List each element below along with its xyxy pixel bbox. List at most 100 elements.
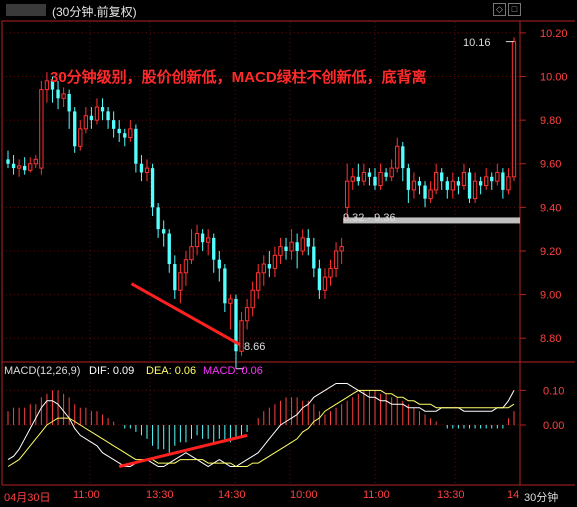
candle-up xyxy=(33,158,38,165)
candle-up xyxy=(484,176,489,187)
candle-up xyxy=(289,241,294,252)
candle-up xyxy=(78,128,83,147)
candle-up xyxy=(428,189,433,200)
dea-line xyxy=(7,389,515,467)
candle-down xyxy=(295,242,299,251)
candle-down xyxy=(111,120,116,129)
candle-down xyxy=(217,259,221,269)
candle-up xyxy=(206,237,211,243)
candle-down xyxy=(11,163,16,169)
candle-up xyxy=(239,320,244,352)
stock-name-redacted xyxy=(6,4,46,16)
candle-up xyxy=(61,93,66,99)
price-tick-label: 10.20 xyxy=(540,28,568,40)
candle-up xyxy=(339,246,344,252)
candle-down xyxy=(356,176,360,182)
candle-up xyxy=(228,298,233,304)
macd-label: MACD: 0.06 xyxy=(203,365,263,377)
candle-up xyxy=(83,115,89,130)
candle-up xyxy=(472,180,478,200)
candle-down xyxy=(23,165,27,171)
candle-down xyxy=(223,268,227,304)
time-tick-label: 13:30 xyxy=(437,489,465,501)
period-label[interactable]: 30分钟 xyxy=(524,489,558,505)
grid-lines xyxy=(2,22,520,485)
candle-up xyxy=(256,272,261,291)
window-title-bar: (30分钟.前复权) ◇ □ xyxy=(0,0,577,20)
candle-down xyxy=(200,233,205,243)
candle-down xyxy=(173,264,177,291)
candle-up xyxy=(328,267,333,278)
candle-down xyxy=(306,237,310,247)
candle-up xyxy=(345,180,350,208)
candle-up xyxy=(322,276,328,291)
candle-down xyxy=(73,111,77,147)
candle-down xyxy=(117,128,121,134)
window-title: (30分钟.前复权) xyxy=(52,5,137,19)
candle-up xyxy=(16,165,22,169)
candle-down xyxy=(312,246,316,269)
candle-up xyxy=(433,171,439,191)
candle-down xyxy=(490,176,494,182)
candle-down xyxy=(267,264,272,269)
indicator-name: MACD(12,26,9) xyxy=(4,365,81,377)
time-tick-label: 14:30 xyxy=(218,489,246,501)
candle-up xyxy=(411,180,417,191)
candle-down xyxy=(406,168,411,190)
dif-label: DIF: 0.09 xyxy=(89,365,135,377)
candle-down xyxy=(134,128,138,164)
candle-down xyxy=(156,207,160,230)
candle-down xyxy=(445,181,449,190)
time-tick-label: 10:00 xyxy=(290,489,318,501)
price-tick-label: 9.20 xyxy=(540,246,561,258)
range-price-label: 9.32 - 9.36 xyxy=(343,212,396,224)
low-price-label: 8.66 xyxy=(244,341,266,353)
dea-label: DEA: 0.06 xyxy=(146,365,197,377)
candle-down xyxy=(106,111,110,121)
candle-down xyxy=(67,93,71,112)
time-tick-label: 13:30 xyxy=(146,489,174,501)
candle-up xyxy=(189,246,194,261)
candle-up xyxy=(395,145,400,169)
time-tick-label: 11:00 xyxy=(363,489,390,501)
candle-down xyxy=(467,172,472,199)
candle-up xyxy=(194,233,200,248)
candle-up xyxy=(183,259,189,274)
price-axis: 10.20 10.00 9.80 9.60 9.40 9.20 9.00 8.80 xyxy=(520,28,568,345)
restore-icon[interactable]: ◇ xyxy=(493,3,506,16)
candle-up xyxy=(450,180,456,191)
price-tick-label: 9.60 xyxy=(540,159,561,171)
price-panel-frame xyxy=(1,20,575,486)
candle-up xyxy=(300,237,305,252)
candle-up xyxy=(461,171,467,187)
candle-down xyxy=(423,185,427,199)
time-tick-label: 04月30日 xyxy=(4,492,51,504)
candle-down xyxy=(317,268,322,291)
candle-up xyxy=(178,272,183,291)
candle-up xyxy=(272,254,278,269)
candle-up xyxy=(361,171,367,182)
candle-up xyxy=(261,263,266,274)
maximize-icon[interactable]: □ xyxy=(508,3,521,16)
price-tick-label: 9.00 xyxy=(540,290,561,302)
candle-down xyxy=(123,133,127,138)
candle-down xyxy=(456,181,461,186)
candle-down xyxy=(478,181,483,186)
candle-up xyxy=(495,171,500,182)
candle-up xyxy=(128,128,133,139)
candle-up xyxy=(250,289,255,309)
candle-down xyxy=(56,89,60,99)
candle-down xyxy=(167,233,171,265)
candle-up xyxy=(511,41,517,178)
macd-axis: 0.10 0.00 xyxy=(520,385,564,432)
high-price-label: 10.16 xyxy=(463,37,491,49)
candle-down xyxy=(100,107,105,112)
candle-down xyxy=(212,237,216,260)
candle-up xyxy=(350,176,355,182)
candle-up xyxy=(378,171,383,187)
candle-up xyxy=(44,80,50,91)
candle-down xyxy=(89,115,94,121)
price-tick-label: 9.80 xyxy=(540,115,561,127)
candle-down xyxy=(367,172,372,177)
candle-down xyxy=(440,172,444,182)
